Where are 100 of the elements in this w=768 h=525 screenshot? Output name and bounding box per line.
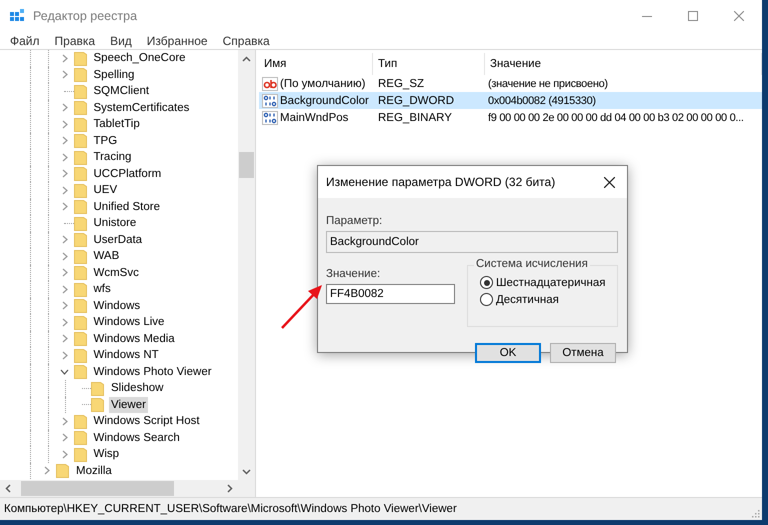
chevron-right-icon[interactable]: [62, 334, 68, 344]
tree-item[interactable]: Windows Live: [92, 314, 166, 330]
radio-option[interactable]: Шестнадцатеричная: [480, 276, 617, 289]
column-header[interactable]: Тип: [373, 53, 485, 75]
tree-item[interactable]: Unistore: [92, 215, 138, 232]
tree-item[interactable]: TabletTip: [92, 116, 142, 132]
name-field[interactable]: BackgroundColor: [326, 231, 618, 253]
tree-item[interactable]: SQMClient: [92, 83, 152, 100]
folder-icon: [74, 265, 86, 280]
scroll-up-icon[interactable]: [242, 55, 251, 64]
chevron-right-icon[interactable]: [62, 186, 68, 195]
value-name: BackgroundColor: [280, 94, 369, 106]
binary-value-icon: [262, 110, 278, 124]
folder-icon: [74, 182, 86, 198]
vertical-scrollbar[interactable]: [238, 50, 255, 480]
registry-editor-icon: [9, 8, 25, 24]
resize-grip-icon[interactable]: [750, 508, 760, 518]
tree-item[interactable]: UEV: [92, 182, 120, 198]
chevron-right-icon[interactable]: [62, 136, 68, 146]
menu-item[interactable]: Избранное: [138, 34, 215, 48]
tree-item[interactable]: Speech_OneCore: [92, 50, 188, 66]
value-row[interactable]: (По умолчанию) REG_SZ (значение не присвоено): [259, 75, 762, 92]
group-title: Система исчисления: [474, 258, 590, 270]
tree-item[interactable]: wfs: [92, 281, 113, 298]
dialog-title: Изменение параметра DWORD (32 бита): [326, 175, 556, 189]
column-header[interactable]: Имя: [259, 53, 373, 75]
chevron-right-icon[interactable]: [62, 433, 68, 442]
chevron-down-icon[interactable]: [60, 368, 70, 375]
folder-icon: [74, 67, 86, 82]
folder-icon: [74, 166, 86, 182]
menu-item[interactable]: Вид: [102, 34, 139, 48]
value-type: REG_DWORD: [377, 94, 456, 106]
chevron-right-icon[interactable]: [62, 103, 68, 112]
scrollbar-thumb[interactable]: [239, 152, 254, 178]
field-label: Параметр:: [326, 214, 384, 228]
column-header[interactable]: Значение: [485, 53, 762, 75]
radio-option[interactable]: Десятичная: [480, 293, 617, 306]
tree-item[interactable]: Windows: [92, 298, 142, 314]
menu-item[interactable]: Правка: [46, 34, 102, 48]
tree-item[interactable]: WAB: [92, 248, 122, 264]
value-type: REG_SZ: [377, 78, 426, 90]
folder-icon: [74, 282, 86, 297]
tree-item[interactable]: Windows NT: [92, 347, 161, 364]
chevron-right-icon[interactable]: [62, 301, 68, 310]
tree-item[interactable]: Mozilla: [74, 462, 114, 479]
chevron-right-icon[interactable]: [44, 466, 50, 476]
tree-item[interactable]: Windows Search: [92, 430, 182, 446]
tree-item[interactable]: TPG: [92, 132, 120, 149]
folder-icon: [74, 216, 86, 231]
value-data: f9 00 00 00 2e 00 00 00 dd 04 00 00 b3 02 00 00 00 0...: [487, 112, 745, 124]
window-title: Редактор реестра: [33, 9, 138, 23]
chevron-right-icon[interactable]: [62, 202, 68, 212]
tree-item[interactable]: Slideshow: [109, 380, 166, 396]
tree-item[interactable]: Windows Media: [92, 330, 177, 347]
scroll-down-icon[interactable]: [242, 467, 251, 476]
menu-item[interactable]: Справка: [214, 34, 277, 48]
folder-icon: [74, 116, 86, 132]
tree-item[interactable]: Wisp: [92, 446, 122, 462]
tree-item[interactable]: WcmSvc: [92, 264, 141, 281]
horizontal-scrollbar[interactable]: [0, 480, 238, 497]
status-path: Компьютер\HKEY_CURRENT_USER\Software\Microsoft\Windows Photo Viewer\Viewer: [4, 503, 457, 515]
tree-item[interactable]: Tracing: [92, 149, 134, 166]
tree-item[interactable]: UserData: [92, 232, 144, 248]
chevron-right-icon[interactable]: [62, 284, 68, 294]
folder-icon: [74, 248, 86, 264]
maximize-icon: [688, 11, 698, 21]
menu-item[interactable]: Файл: [2, 34, 47, 48]
tree-item[interactable]: SystemCertificates: [92, 100, 192, 116]
value-row[interactable]: BackgroundColor REG_DWORD 0x004b0082 (4915330): [259, 92, 762, 109]
chevron-right-icon[interactable]: [62, 70, 68, 80]
tree-item[interactable]: Unified Store: [92, 198, 162, 215]
scroll-right-icon[interactable]: [225, 484, 234, 493]
scroll-left-icon[interactable]: [4, 484, 13, 493]
chevron-right-icon[interactable]: [62, 120, 68, 129]
close-icon: [734, 11, 744, 21]
chevron-right-icon[interactable]: [62, 169, 68, 178]
chevron-right-icon[interactable]: [62, 252, 68, 261]
dialog-button[interactable]: Отмена: [550, 343, 616, 363]
chevron-right-icon[interactable]: [62, 235, 68, 244]
value-field[interactable]: FF4B0082: [326, 284, 455, 304]
tree-item[interactable]: UCCPlatform: [92, 166, 164, 182]
value-row[interactable]: MainWndPos REG_BINARY f9 00 00 00 2e 00 00 00 dd 04 00 00 b3 02 00 00 00 0...: [259, 109, 762, 126]
chevron-right-icon[interactable]: [62, 450, 68, 459]
folder-icon: [74, 331, 86, 346]
tree-item[interactable]: Spelling: [92, 66, 136, 83]
folder-icon: [74, 150, 86, 165]
chevron-right-icon[interactable]: [62, 350, 68, 360]
scrollbar-thumb[interactable]: [21, 481, 174, 496]
chevron-right-icon[interactable]: [62, 54, 68, 63]
chevron-right-icon[interactable]: [62, 318, 68, 327]
folder-icon: [74, 430, 86, 446]
folder-icon: [74, 446, 86, 462]
tree-item[interactable]: Windows Photo Viewer: [92, 364, 214, 380]
chevron-right-icon[interactable]: [62, 268, 68, 278]
dialog-button[interactable]: OK: [475, 343, 541, 363]
chevron-right-icon[interactable]: [62, 416, 68, 426]
folder-icon: [74, 348, 86, 363]
tree-item[interactable]: Windows Script Host: [92, 413, 202, 430]
chevron-right-icon[interactable]: [62, 152, 68, 162]
tree-item[interactable]: Viewer: [109, 396, 148, 413]
